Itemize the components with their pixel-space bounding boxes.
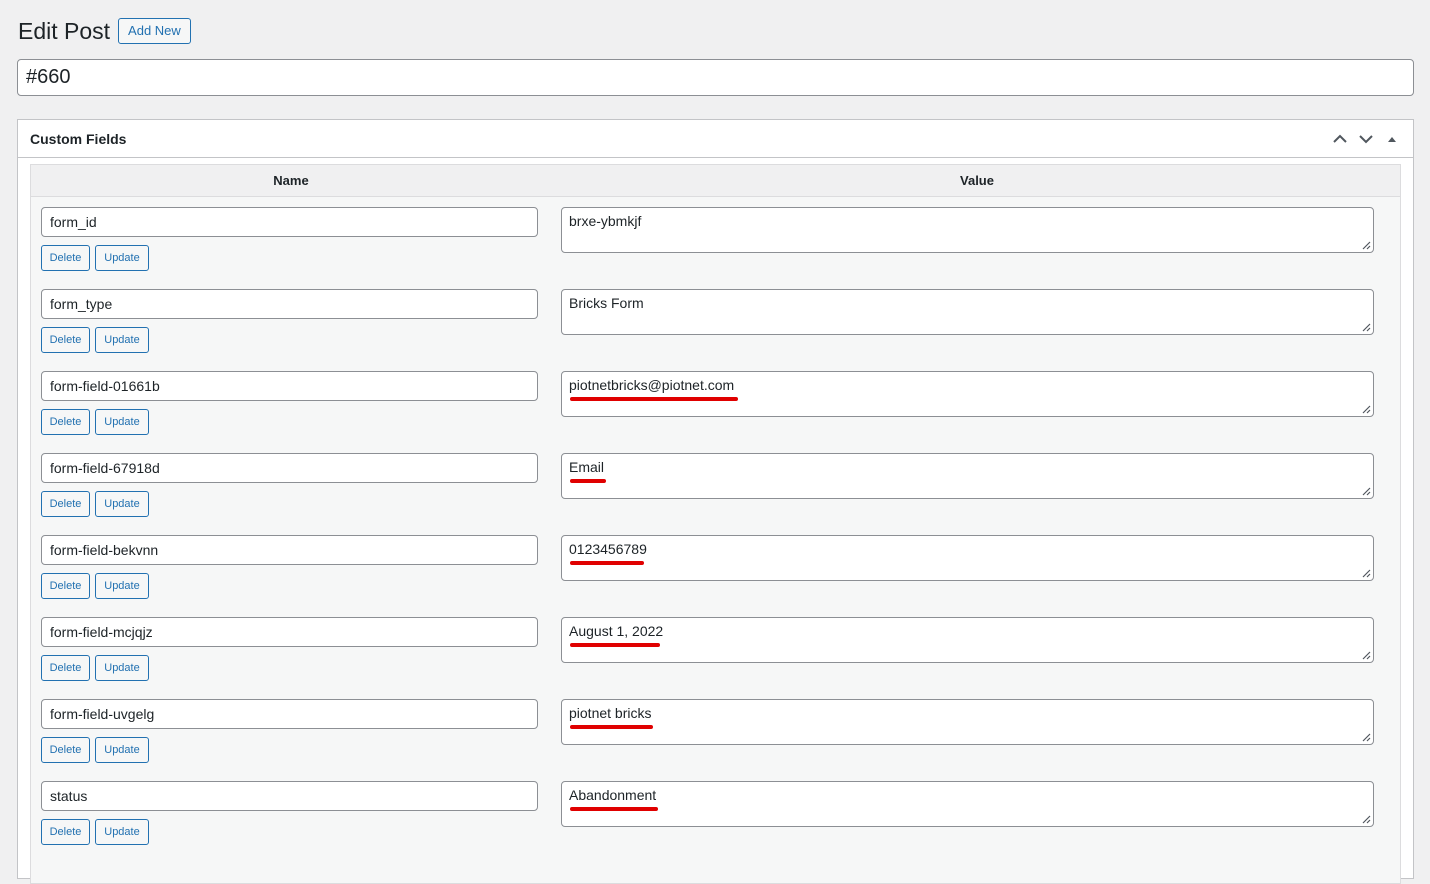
custom-field-row: form-field-bekvnn Delete Update 0123456789 xyxy=(31,535,1400,617)
field-value-text: 0123456789 xyxy=(569,541,647,557)
delete-button[interactable]: Delete xyxy=(41,491,90,517)
field-value-textarea[interactable]: brxe-ybmkjf xyxy=(561,207,1374,253)
add-new-button[interactable]: Add New xyxy=(118,18,191,44)
move-up-icon[interactable] xyxy=(1329,128,1351,150)
delete-button[interactable]: Delete xyxy=(41,737,90,763)
update-button[interactable]: Update xyxy=(95,491,149,517)
delete-button[interactable]: Delete xyxy=(41,819,90,845)
resize-handle-icon[interactable] xyxy=(1361,322,1371,332)
page-title: Edit Post xyxy=(18,18,111,44)
field-value-textarea[interactable]: Email xyxy=(561,453,1374,499)
highlight-underline xyxy=(570,643,660,647)
field-name-input[interactable]: form-field-67918d xyxy=(41,453,538,483)
delete-button[interactable]: Delete xyxy=(41,655,90,681)
field-value-textarea[interactable]: Abandonment xyxy=(561,781,1374,827)
resize-handle-icon[interactable] xyxy=(1361,732,1371,742)
delete-button[interactable]: Delete xyxy=(41,573,90,599)
highlight-underline xyxy=(570,561,644,565)
field-name-input[interactable]: form_id xyxy=(41,207,538,237)
field-name-input[interactable]: status xyxy=(41,781,538,811)
update-button[interactable]: Update xyxy=(95,245,149,271)
field-name-input[interactable]: form_type xyxy=(41,289,538,319)
custom-field-row: form-field-01661b Delete Update piotnetbric… xyxy=(31,371,1400,453)
custom-field-row: status Delete Update Abandonment xyxy=(31,781,1400,863)
custom-field-row: form_id Delete Update brxe-ybmkjf xyxy=(31,207,1400,289)
update-button[interactable]: Update xyxy=(95,327,149,353)
field-value-textarea[interactable]: 0123456789 xyxy=(561,535,1374,581)
field-name-input[interactable]: form-field-bekvnn xyxy=(41,535,538,565)
field-value-text: August 1, 2022 xyxy=(569,623,664,639)
update-button[interactable]: Update xyxy=(95,819,149,845)
custom-field-row: form-field-67918d Delete Update Email xyxy=(31,453,1400,535)
resize-handle-icon[interactable] xyxy=(1361,568,1371,578)
field-value-textarea[interactable]: piotnet bricks xyxy=(561,699,1374,745)
custom-fields-box: Custom Fields Name Value form_id Delete Up… xyxy=(17,119,1414,884)
field-value-text: Bricks Form xyxy=(569,295,644,311)
delete-button[interactable]: Delete xyxy=(41,245,90,271)
resize-handle-icon[interactable] xyxy=(1361,240,1371,250)
post-title-input[interactable]: #660 xyxy=(17,59,1414,96)
resize-handle-icon[interactable] xyxy=(1361,486,1371,496)
field-name-input[interactable]: form-field-uvgelg xyxy=(41,699,538,729)
field-value-text: piotnetbricks@piotnet.com xyxy=(569,377,735,393)
field-value-textarea[interactable]: Bricks Form xyxy=(561,289,1374,335)
delete-button[interactable]: Delete xyxy=(41,409,90,435)
box-handle-actions xyxy=(1329,128,1403,150)
move-down-icon[interactable] xyxy=(1355,128,1377,150)
custom-fields-title: Custom Fields xyxy=(30,131,127,147)
custom-fields-table: Name Value form_id Delete Update brxe-ybmkj… xyxy=(30,164,1401,884)
field-value-textarea[interactable]: piotnetbricks@piotnet.com xyxy=(561,371,1374,417)
collapse-toggle-icon[interactable] xyxy=(1381,128,1403,150)
table-header: Name Value xyxy=(31,165,1400,197)
custom-field-row: form-field-uvgelg Delete Update piotnet bri… xyxy=(31,699,1400,781)
field-name-input[interactable]: form-field-01661b xyxy=(41,371,538,401)
update-button[interactable]: Update xyxy=(95,737,149,763)
highlight-underline xyxy=(570,725,653,729)
update-button[interactable]: Update xyxy=(95,409,149,435)
delete-button[interactable]: Delete xyxy=(41,327,90,353)
resize-handle-icon[interactable] xyxy=(1361,814,1371,824)
highlight-underline xyxy=(570,397,738,401)
field-value-text: Abandonment xyxy=(569,787,657,803)
page-heading: Edit Post Add New xyxy=(18,16,191,46)
field-value-text: piotnet bricks xyxy=(569,705,652,721)
resize-handle-icon[interactable] xyxy=(1361,404,1371,414)
highlight-underline xyxy=(570,807,658,811)
field-value-text: Email xyxy=(569,459,605,475)
update-button[interactable]: Update xyxy=(95,573,149,599)
column-value-header: Value xyxy=(960,173,994,188)
custom-fields-header: Custom Fields xyxy=(18,120,1413,158)
resize-handle-icon[interactable] xyxy=(1361,650,1371,660)
custom-field-row: form_type Delete Update Bricks Form xyxy=(31,289,1400,371)
field-value-text: brxe-ybmkjf xyxy=(569,213,642,229)
highlight-underline xyxy=(570,479,606,483)
field-value-textarea[interactable]: August 1, 2022 xyxy=(561,617,1374,663)
field-name-input[interactable]: form-field-mcjqjz xyxy=(41,617,538,647)
update-button[interactable]: Update xyxy=(95,655,149,681)
custom-field-row: form-field-mcjqjz Delete Update August 1, 2… xyxy=(31,617,1400,699)
column-name-header: Name xyxy=(273,173,309,188)
